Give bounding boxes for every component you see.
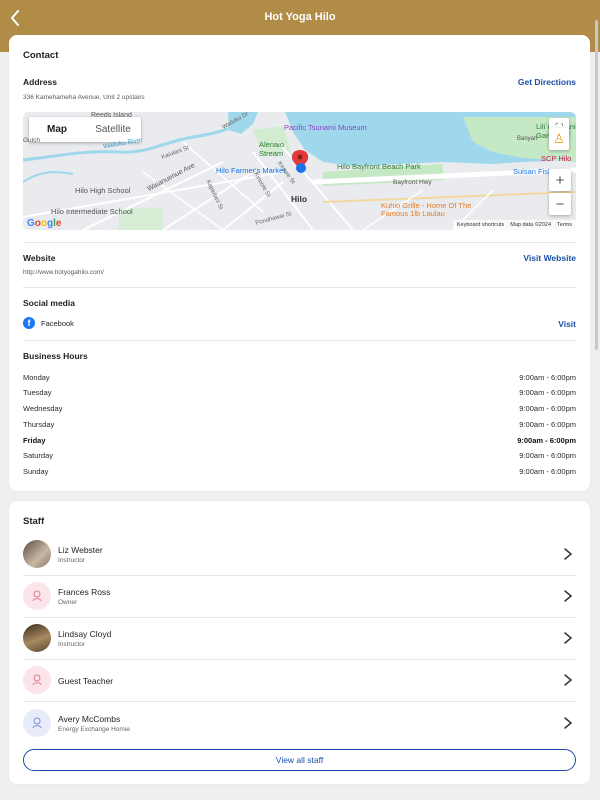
staff-row[interactable]: Lindsay Cloyd Instructor (23, 617, 576, 659)
hours-row-tuesday: Tuesday 9:00am - 6:00pm (23, 388, 576, 400)
view-all-staff-button[interactable]: View all staff (23, 749, 576, 771)
map-label-scp-hilo: SCP Hilo (541, 154, 572, 163)
scrollbar[interactable] (595, 20, 598, 350)
hours-row-monday: Monday 9:00am - 6:00pm (23, 373, 576, 385)
facebook-label: Facebook (41, 318, 74, 328)
staff-row[interactable]: Liz Webster Instructor (23, 533, 576, 575)
map-label-hilo: Hilo (291, 194, 308, 204)
staff-heading: Staff (23, 516, 45, 527)
address-label: Address (23, 77, 58, 87)
hours-time: 9:00am - 6:00pm (519, 467, 576, 476)
google-logo: Google (27, 218, 62, 229)
hours-day: Wednesday (23, 404, 63, 413)
zoom-out-button[interactable]: − (549, 193, 571, 215)
map-type-toggle: Map Satellite (29, 117, 141, 142)
hours-day: Friday (23, 436, 46, 445)
hours-day: Sunday (23, 467, 49, 476)
staff-role: Owner (58, 599, 78, 606)
terms-link[interactable]: Terms (557, 222, 572, 228)
get-directions-link[interactable]: Get Directions (518, 77, 576, 87)
social-media-label: Social media (23, 298, 75, 308)
facebook-icon: f (23, 317, 35, 329)
hours-row-sunday: Sunday 9:00am - 6:00pm (23, 467, 576, 479)
map-label-reeds-island: Reeds Island (91, 112, 132, 119)
avatar (23, 624, 51, 652)
map-label-hilo-high: Hilo High School (75, 186, 131, 195)
map-label-bayfront-park: Hilo Bayfront Beach Park (337, 162, 421, 171)
keyboard-shortcuts-link[interactable]: Keyboard shortcuts (457, 222, 504, 228)
map-label-hilo-intermediate: Hilo Intermediate School (51, 207, 133, 216)
page-title: Hot Yoga Hilo (264, 11, 336, 23)
chevron-right-icon (564, 548, 573, 560)
chevron-right-icon (564, 717, 573, 729)
avatar (23, 540, 51, 568)
staff-name: Liz Webster (58, 545, 103, 555)
staff-name: Lindsay Cloyd (58, 629, 112, 639)
map-label-bayfront-hwy: Bayfront Hwy (393, 179, 432, 186)
avatar-placeholder-icon (23, 709, 51, 737)
hours-day: Tuesday (23, 388, 52, 397)
staff-row[interactable]: Guest Teacher (23, 659, 576, 701)
hours-row-saturday: Saturday 9:00am - 6:00pm (23, 451, 576, 463)
staff-name: Avery McCombs (58, 714, 121, 724)
visit-social-link[interactable]: Visit (558, 319, 576, 329)
hours-time: 9:00am - 6:00pm (519, 373, 576, 382)
hours-time: 9:00am - 6:00pm (519, 451, 576, 460)
location-map[interactable]: Map Satellite Reeds Island Pacific Tsuna… (23, 112, 576, 230)
staff-name: Guest Teacher (58, 676, 114, 686)
hours-day: Saturday (23, 451, 54, 460)
avatar-placeholder-icon (23, 582, 51, 610)
avatar-placeholder-icon (23, 666, 51, 694)
map-label-hilo-farmers: Hilo Farmer's Market (216, 166, 286, 175)
business-hours-label: Business Hours (23, 351, 88, 361)
zoom-in-button[interactable]: + (549, 169, 571, 191)
hours-time: 9:00am - 6:00pm (517, 436, 576, 445)
staff-card: Staff Liz Webster Instructor Frances Ros… (9, 501, 590, 784)
chevron-right-icon (564, 674, 573, 686)
divider (23, 242, 576, 243)
contact-card: Contact Address 336 Kamehameha Avenue, U… (9, 35, 590, 491)
hours-day: Thursday (23, 420, 55, 429)
website-value: http://www.hotyogahilo.com/ (23, 269, 104, 276)
staff-name: Frances Ross (58, 587, 111, 597)
chevron-right-icon (564, 632, 573, 644)
map-label-pacific-tsunami: Pacific Tsunami Museum (284, 123, 367, 132)
staff-role: Energy Exchange Homie (58, 726, 130, 733)
hours-time: 9:00am - 6:00pm (519, 420, 576, 429)
website-label: Website (23, 253, 56, 263)
map-label-alenaio: Alenaio Stream (259, 140, 285, 158)
divider (23, 287, 576, 288)
chevron-right-icon (564, 590, 573, 602)
map-label-kuhio-grille: Kuhio Grille - Home Of The Famous 1lb La… (381, 201, 472, 218)
address-value: 336 Kamehameha Avenue, Unit 2 upstairs (23, 94, 145, 101)
staff-row[interactable]: Frances Ross Owner (23, 575, 576, 617)
map-data-credit: Map data ©2024 (510, 222, 552, 228)
contact-heading: Contact (23, 50, 59, 61)
divider (23, 340, 576, 341)
social-facebook: f Facebook (23, 317, 74, 329)
staff-role: Instructor (58, 557, 86, 564)
map-label-gulch: Gulch (23, 137, 40, 144)
hours-row-thursday: Thursday 9:00am - 6:00pm (23, 420, 576, 432)
pegman-icon[interactable]: ♙ (549, 128, 569, 150)
visit-website-link[interactable]: Visit Website (523, 253, 576, 263)
hours-time: 9:00am - 6:00pm (519, 404, 576, 413)
hours-row-friday: Friday 9:00am - 6:00pm (23, 436, 576, 448)
staff-row[interactable]: Avery McCombs Energy Exchange Homie (23, 702, 576, 744)
hours-time: 9:00am - 6:00pm (519, 388, 576, 397)
map-label-banyan: Banyan (517, 136, 538, 142)
map-footer: Keyboard shortcuts Map data ©2024 Terms (452, 220, 576, 230)
hours-day: Monday (23, 373, 50, 382)
hours-row-wednesday: Wednesday 9:00am - 6:00pm (23, 404, 576, 416)
staff-role: Instructor (58, 641, 86, 648)
